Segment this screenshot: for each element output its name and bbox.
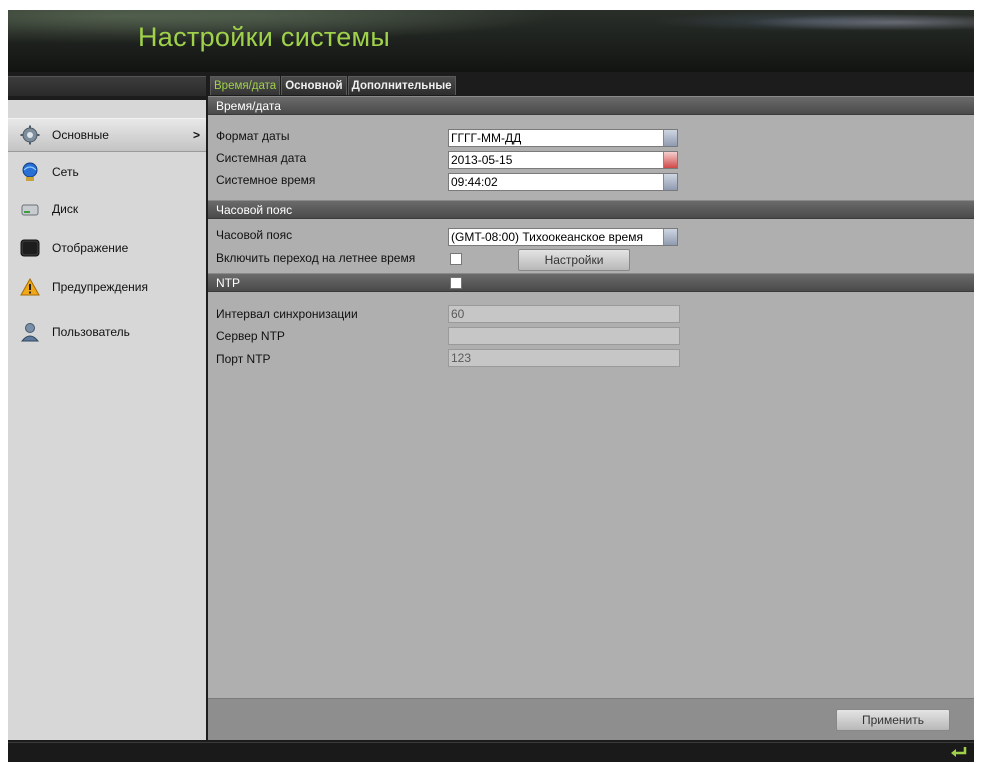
sidebar-item-label: Пользователь (52, 325, 130, 339)
warning-icon (20, 277, 40, 297)
back-arrow-icon[interactable] (950, 744, 968, 762)
tab-advanced[interactable]: Дополнительные (347, 76, 456, 95)
system-date-value: 2013-05-15 (451, 153, 513, 167)
dst-checkbox[interactable] (450, 253, 462, 265)
hard-disk-icon (20, 199, 40, 219)
calendar-icon[interactable] (663, 152, 677, 168)
user-icon (20, 322, 40, 342)
timezone-value: (GMT-08:00) Тихоокеанское время (451, 230, 643, 244)
chevron-down-icon[interactable] (663, 130, 677, 146)
sidebar-item-user[interactable]: Пользователь (8, 315, 206, 349)
date-format-label: Формат даты (216, 129, 290, 143)
clock-icon[interactable] (663, 174, 677, 190)
sidebar-header-bar (8, 76, 206, 96)
ntp-port-label: Порт NTP (216, 352, 271, 366)
bottom-bar (8, 742, 974, 762)
ntp-enable-checkbox[interactable] (450, 277, 462, 289)
chevron-down-icon[interactable] (663, 229, 677, 245)
ntp-server-label: Сервер NTP (216, 329, 285, 343)
system-settings-window: Настройки системы Основные > Сеть Диск О… (8, 10, 974, 762)
apply-button[interactable]: Применить (836, 709, 950, 731)
gear-icon (20, 125, 40, 145)
ntp-interval-label: Интервал синхронизации (216, 307, 358, 321)
section-header-timezone: Часовой пояс (208, 200, 974, 219)
sidebar-item-display[interactable]: Отображение (8, 231, 206, 265)
sidebar-item-label: Отображение (52, 241, 129, 255)
tab-basic[interactable]: Основной (281, 76, 347, 95)
system-time-field[interactable]: 09:44:02 (448, 173, 678, 191)
dst-label: Включить переход на летнее время (216, 251, 416, 265)
system-time-label: Системное время (216, 173, 316, 187)
tab-datetime[interactable]: Время/дата (210, 76, 281, 95)
sidebar-item-warnings[interactable]: Предупреждения (8, 270, 206, 304)
sidebar-item-label: Основные (52, 128, 109, 142)
chevron-right-icon: > (192, 128, 200, 142)
sidebar-item-network[interactable]: Сеть (8, 155, 206, 189)
network-globe-icon (20, 162, 40, 182)
sidebar-item-label: Диск (52, 202, 79, 216)
sidebar-item-label: Предупреждения (52, 280, 148, 294)
sidebar-item-basic[interactable]: Основные > (8, 118, 206, 152)
timezone-label: Часовой пояс (216, 228, 293, 242)
page-title: Настройки системы (138, 22, 391, 52)
timezone-select[interactable]: (GMT-08:00) Тихоокеанское время (448, 228, 678, 246)
ntp-port-field[interactable]: 123 (448, 349, 680, 367)
sidebar: Основные > Сеть Диск Отображение Предупр… (8, 100, 206, 740)
footer-bar: Применить (208, 698, 974, 740)
ntp-server-field[interactable] (448, 327, 680, 345)
date-format-select[interactable]: ГГГГ-ММ-ДД (448, 129, 678, 147)
settings-panel: Время/дата Формат даты ГГГГ-ММ-ДД Систем… (208, 96, 974, 740)
dst-settings-button[interactable]: Настройки (518, 249, 630, 271)
tab-bar: Время/дата Основной Дополнительные (210, 76, 457, 95)
section-header-datetime: Время/дата (208, 96, 974, 115)
header-banner: Настройки системы (8, 10, 974, 72)
date-format-value: ГГГГ-ММ-ДД (451, 131, 522, 145)
system-date-field[interactable]: 2013-05-15 (448, 151, 678, 169)
monitor-icon (20, 238, 40, 258)
sidebar-item-label: Сеть (52, 165, 79, 179)
system-date-label: Системная дата (216, 151, 307, 165)
ntp-interval-field[interactable]: 60 (448, 305, 680, 323)
section-header-ntp: NTP (208, 273, 974, 292)
system-time-value: 09:44:02 (451, 175, 498, 189)
sidebar-item-disk[interactable]: Диск (8, 192, 206, 226)
